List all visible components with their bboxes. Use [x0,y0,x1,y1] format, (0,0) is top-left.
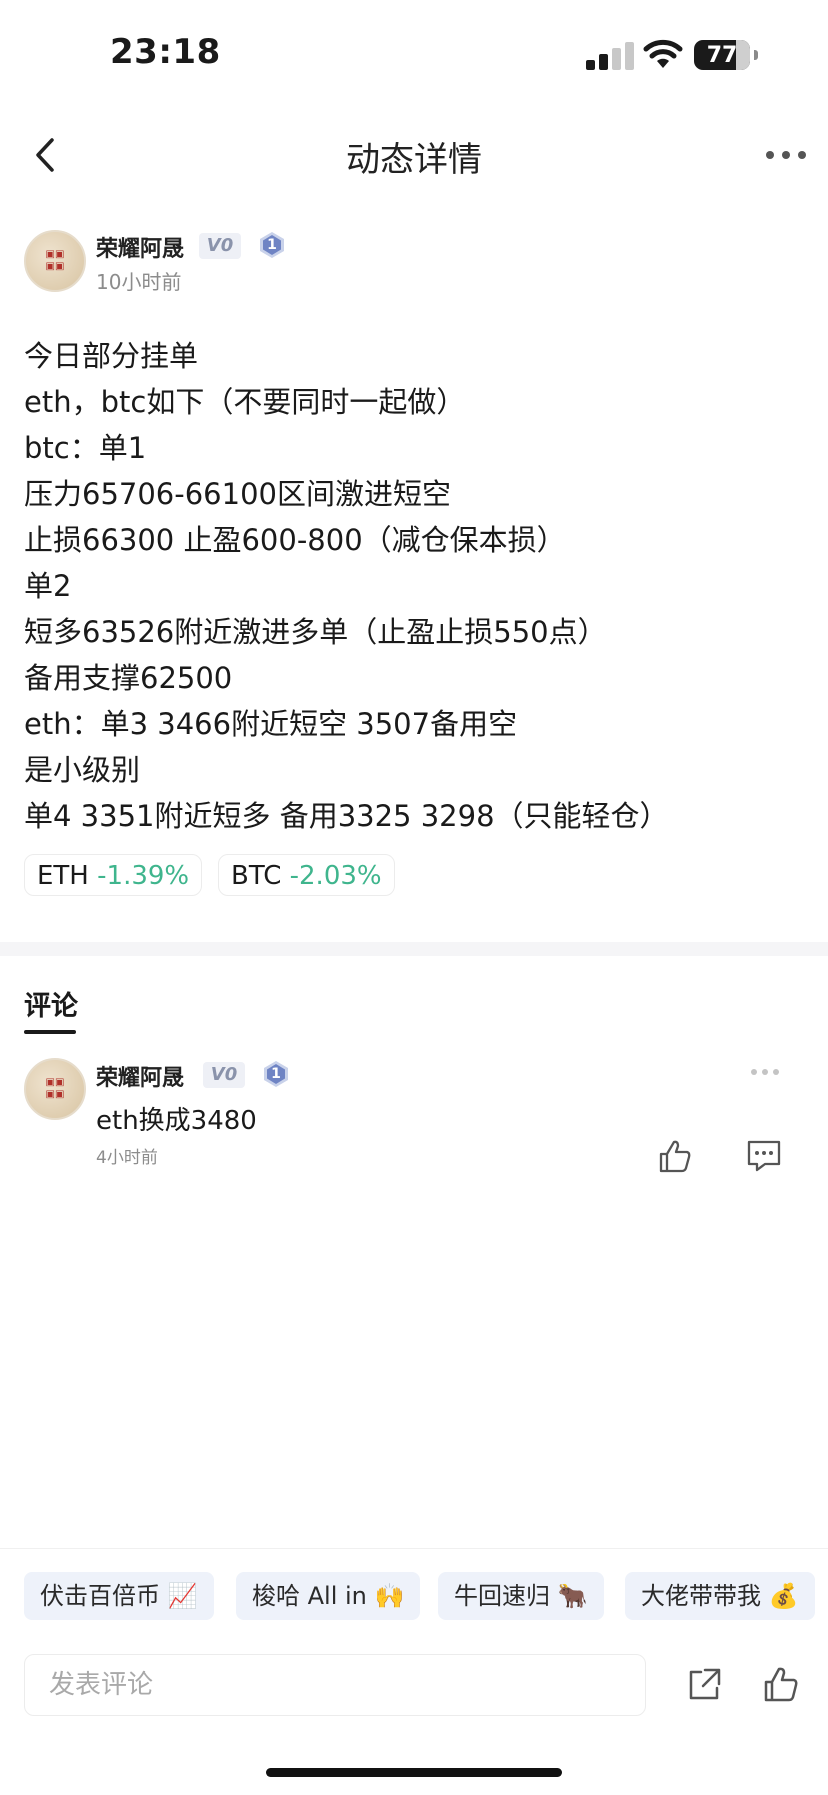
comment-time: 4小时前 [96,1148,158,1168]
author-avatar[interactable]: ▣▣ ▣▣ [24,230,86,292]
quick-reply-chip[interactable]: 梭哈 All in 🙌 [236,1572,421,1620]
commenter-avatar[interactable]: ▣▣ ▣▣ [24,1058,86,1120]
comment-reply-icon[interactable] [745,1138,783,1174]
status-time: 23:18 [110,32,221,72]
level-number: 1 [271,1066,281,1082]
coin-tag-btc[interactable]: BTC -2.03% [218,854,395,896]
post-line: 单2 [24,569,72,603]
quick-reply-chip[interactable]: 牛回速归 🐂 [438,1572,604,1620]
share-icon[interactable] [685,1666,723,1704]
coin-symbol: ETH [37,861,89,891]
coin-symbol: BTC [231,861,282,891]
post-line: 压力65706-66100区间激进短空 [24,477,451,511]
vip-badge: V0 [203,1062,245,1088]
comments-tab[interactable]: 评论 [24,984,78,1023]
post-line: 是小级别 [24,753,141,787]
post-line: 备用支撑62500 [24,661,233,695]
page-title: 动态详情 [346,140,482,180]
post-line: eth，btc如下（不要同时一起做） [24,385,466,419]
commenter-name[interactable]: 荣耀阿晟 [96,1060,184,1092]
level-number: 1 [267,237,277,253]
coin-tag-eth[interactable]: ETH -1.39% [24,854,203,896]
post-time: 10小时前 [96,270,182,294]
section-divider [0,942,828,956]
battery-level: 77 [706,42,738,68]
coin-change: -1.39% [97,861,190,891]
comment-more-icon[interactable] [750,1064,780,1080]
home-indicator [266,1768,562,1777]
post-line: 今日部分挂单 [24,339,199,373]
author-name[interactable]: 荣耀阿晟 [96,231,184,263]
wifi-icon [643,39,683,68]
comments-tab-underline [24,1030,76,1034]
cellular-signal-icon [586,42,634,70]
comment-like-icon[interactable] [657,1138,693,1174]
like-icon[interactable] [762,1664,800,1704]
post-line: 短多63526附近激进多单（止盈止损550点） [24,615,607,649]
quick-reply-chip[interactable]: 大佬带带我 💰 [625,1572,815,1620]
avatar-seal-icon: ▣▣ ▣▣ [45,1077,65,1100]
post-line: btc：单1 [24,431,147,465]
vip-badge: V0 [199,233,241,259]
post-line: 止损66300 止盈600-800（减仓保本损） [24,523,566,557]
bottom-bar-divider [0,1548,828,1549]
avatar-seal-icon: ▣▣ ▣▣ [45,249,65,272]
more-options-icon[interactable] [764,140,808,170]
coin-change: -2.03% [289,861,382,891]
comment-input[interactable]: 发表评论 [24,1654,646,1716]
battery-icon: 77 [694,40,758,70]
post-line: 单4 3351附近短多 备用3325 3298（只能轻仓） [24,799,669,833]
post-line: eth：单3 3466附近短空 3507备用空 [24,707,518,741]
quick-reply-chip[interactable]: 伏击百倍币 📈 [24,1572,214,1620]
comment-text: eth换成3480 [96,1106,257,1136]
